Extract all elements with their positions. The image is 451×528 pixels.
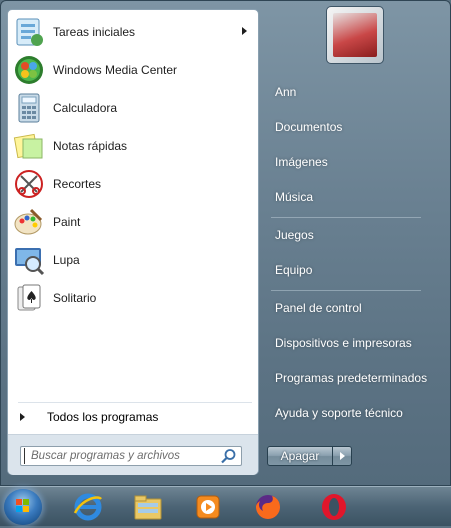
program-label: Paint (53, 215, 81, 229)
paint-icon (13, 206, 45, 238)
start-menu: Tareas iniciales Windows Media Center Ca… (0, 0, 451, 486)
divider (18, 402, 252, 403)
submenu-arrow-icon[interactable] (242, 27, 247, 35)
right-link-control-panel[interactable]: Panel de control (269, 295, 429, 321)
all-programs-label: Todos los programas (47, 410, 159, 424)
shutdown-button[interactable]: Apagar (267, 446, 333, 466)
sticky-notes-icon (13, 130, 45, 162)
snipping-tool-icon (13, 168, 45, 200)
search-icon[interactable] (220, 448, 238, 464)
right-link-devices-printers[interactable]: Dispositivos e impresoras (269, 330, 429, 356)
program-snipping-tool[interactable]: Recortes (11, 166, 255, 202)
program-magnifier[interactable]: Lupa (11, 242, 255, 278)
program-label: Lupa (53, 253, 80, 267)
program-label: Calculadora (53, 101, 118, 115)
program-label: Windows Media Center (53, 63, 178, 77)
right-link-user[interactable]: Ann (269, 79, 429, 105)
right-link-help-support[interactable]: Ayuda y soporte técnico (269, 400, 429, 426)
taskbar (0, 486, 451, 526)
shutdown-group: Apagar (267, 446, 352, 466)
programs-pane: Tareas iniciales Windows Media Center Ca… (7, 9, 259, 475)
right-link-pictures[interactable]: Imágenes (269, 149, 429, 175)
firefox-icon[interactable] (248, 489, 288, 524)
program-label: Notas rápidas (53, 139, 128, 153)
program-calculator[interactable]: Calculadora (11, 90, 255, 126)
program-solitaire[interactable]: Solitario (11, 280, 255, 316)
right-link-music[interactable]: Música (269, 184, 429, 210)
solitaire-icon (13, 282, 45, 314)
program-getting-started[interactable]: Tareas iniciales (11, 14, 255, 50)
right-link-documents[interactable]: Documentos (269, 114, 429, 140)
right-link-computer[interactable]: Equipo (269, 257, 429, 283)
opera-icon[interactable] (314, 489, 354, 524)
user-picture[interactable] (326, 6, 384, 64)
right-link-default-programs[interactable]: Programas predeterminados (269, 365, 429, 391)
arrow-right-icon (20, 413, 25, 421)
program-media-center[interactable]: Windows Media Center (11, 52, 255, 88)
all-programs-link[interactable]: Todos los programas (16, 406, 252, 428)
search-input[interactable] (24, 448, 220, 464)
windows-logo-icon (16, 499, 29, 512)
right-link-games[interactable]: Juegos (269, 222, 429, 248)
media-center-icon (13, 54, 45, 86)
shutdown-options-button[interactable] (333, 446, 352, 466)
getting-started-icon (13, 16, 45, 48)
internet-explorer-icon[interactable] (68, 489, 108, 524)
media-player-icon[interactable] (188, 489, 228, 524)
program-label: Tareas iniciales (53, 25, 136, 39)
file-explorer-icon[interactable] (128, 489, 168, 524)
program-label: Solitario (53, 291, 97, 305)
arrow-right-icon (339, 452, 345, 460)
search-area (8, 434, 258, 475)
magnifier-icon (13, 244, 45, 276)
divider (271, 217, 421, 218)
user-avatar (333, 13, 377, 57)
start-orb[interactable] (4, 489, 42, 525)
program-paint[interactable]: Paint (11, 204, 255, 240)
divider (271, 290, 421, 291)
calculator-icon (13, 92, 45, 124)
program-label: Recortes (53, 177, 102, 191)
program-sticky-notes[interactable]: Notas rápidas (11, 128, 255, 164)
search-box[interactable] (20, 446, 242, 466)
